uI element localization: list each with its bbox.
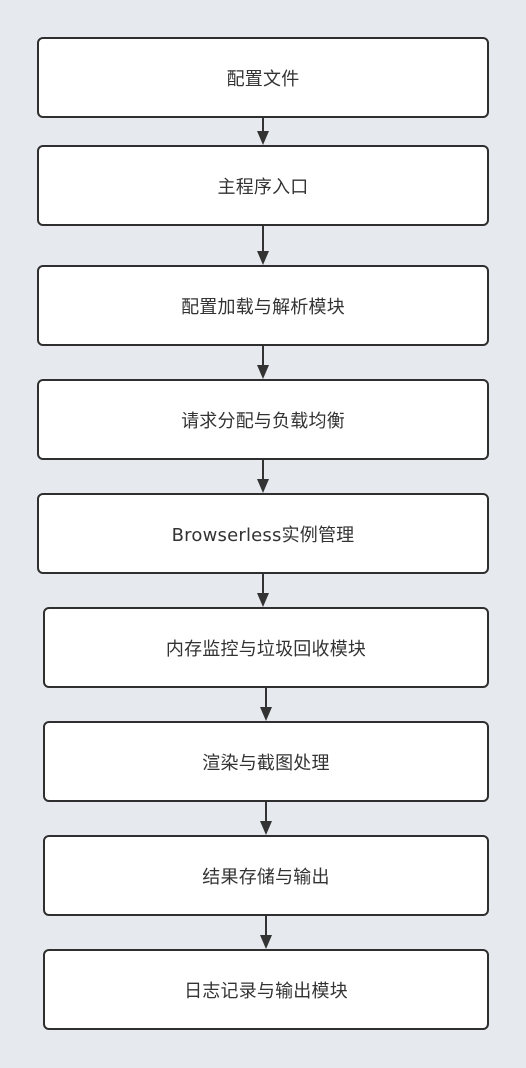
arrow-result-storage-to-log-output: [260, 916, 272, 949]
arrow-memory-gc-to-render: [260, 688, 272, 721]
arrow-request-dispatch-to-browserless: [257, 460, 269, 493]
connector-layer: [257, 118, 272, 949]
arrow-config-loader-to-request-dispatch: [257, 346, 269, 379]
arrow-render-to-result-storage: [260, 802, 272, 835]
arrow-config-file-to-main-entry: [257, 118, 269, 145]
flowchart: 配置文件 主程序入口 配置加载与解析模块 请求分配与负载均衡 Browserle…: [0, 0, 526, 1068]
arrow-main-entry-to-config-loader: [257, 226, 269, 265]
arrow-browserless-to-memory-gc: [257, 574, 269, 607]
